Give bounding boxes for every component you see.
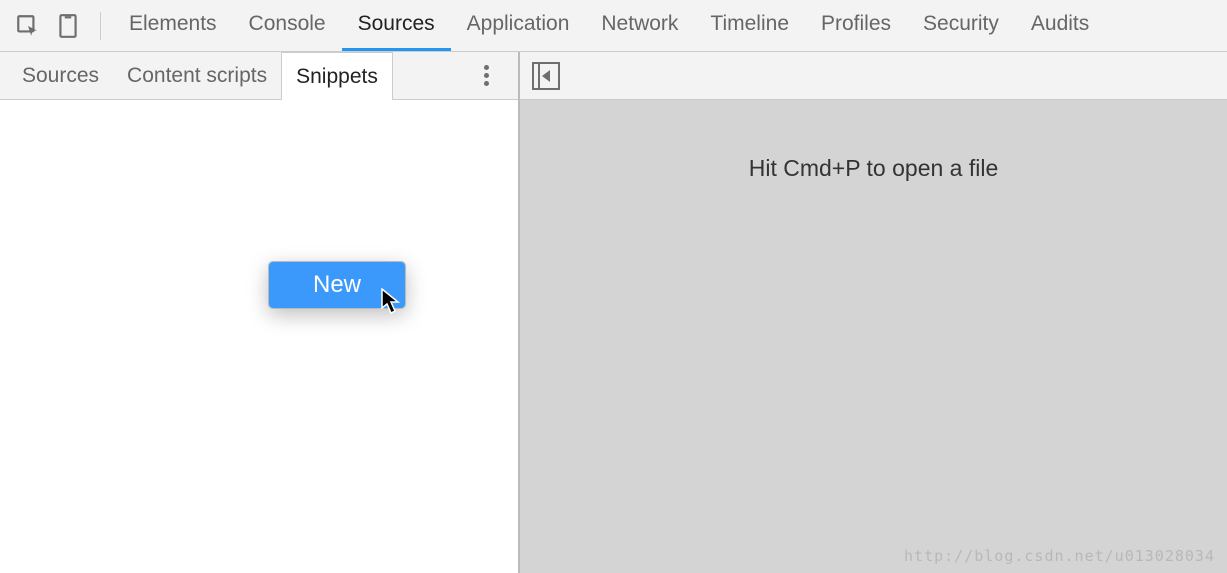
- tab-sources[interactable]: Sources: [342, 0, 451, 51]
- subtab-content-scripts[interactable]: Content scripts: [113, 52, 281, 99]
- collapse-panel-icon[interactable]: [532, 62, 560, 90]
- content: Sources Content scripts Snippets New Hit…: [0, 52, 1227, 573]
- tab-audits[interactable]: Audits: [1015, 0, 1105, 51]
- open-file-hint: Hit Cmd+P to open a file: [520, 155, 1227, 182]
- tab-elements[interactable]: Elements: [113, 0, 233, 51]
- editor-header: [520, 52, 1227, 100]
- divider: [100, 12, 101, 40]
- navigator-tabs: Sources Content scripts Snippets: [0, 52, 518, 100]
- context-menu-item-new[interactable]: New: [269, 262, 405, 308]
- tab-timeline[interactable]: Timeline: [694, 0, 805, 51]
- device-icon[interactable]: [48, 0, 88, 52]
- more-icon[interactable]: [474, 64, 498, 88]
- subtab-sources[interactable]: Sources: [8, 52, 113, 99]
- tab-console[interactable]: Console: [233, 0, 342, 51]
- tab-security[interactable]: Security: [907, 0, 1015, 51]
- tab-profiles[interactable]: Profiles: [805, 0, 907, 51]
- editor-panel: Hit Cmd+P to open a file http://blog.csd…: [520, 52, 1227, 573]
- context-menu: New: [268, 261, 406, 309]
- main-tabs: Elements Console Sources Application Net…: [113, 0, 1105, 51]
- watermark: http://blog.csdn.net/u013028034: [904, 547, 1215, 565]
- tab-network[interactable]: Network: [585, 0, 694, 51]
- navigator-panel: Sources Content scripts Snippets New: [0, 52, 520, 573]
- tab-application[interactable]: Application: [451, 0, 586, 51]
- inspect-icon[interactable]: [8, 0, 48, 52]
- subtab-snippets[interactable]: Snippets: [281, 52, 393, 100]
- devtools-toolbar: Elements Console Sources Application Net…: [0, 0, 1227, 52]
